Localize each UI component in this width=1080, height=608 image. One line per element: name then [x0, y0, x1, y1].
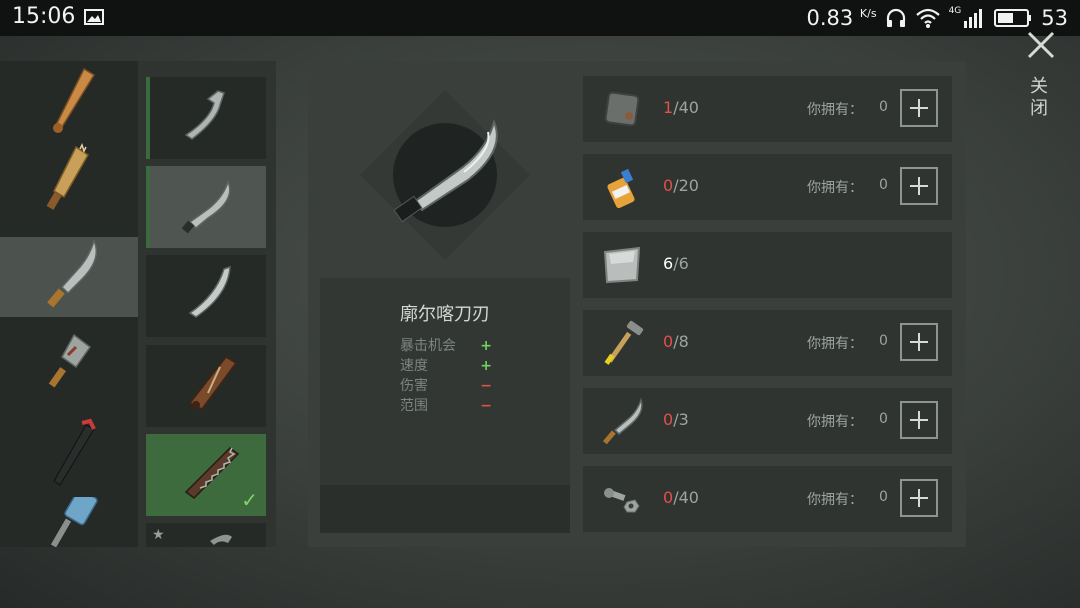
- machete-icon: [602, 397, 643, 445]
- weapon-slot-hammer[interactable]: [0, 497, 138, 547]
- item-stats: 暴击机会 + 速度 + 伤害 − 范围 −: [400, 336, 492, 416]
- wifi-icon: [915, 8, 940, 28]
- crowbar-icon: [53, 418, 96, 486]
- glue-icon: [607, 168, 635, 209]
- requirement-row: 1/40 你拥有： 0: [583, 76, 952, 142]
- wooden-board-icon: [46, 143, 89, 210]
- locked-blade-icon: [210, 534, 232, 545]
- item-info-box: 廓尔喀刀刃 暴击机会 + 速度 + 伤害 − 范围 −: [320, 278, 570, 533]
- hook-blade-icon: [184, 90, 225, 140]
- status-bar: 15:06 0.83 K/s 4G 53: [0, 0, 1080, 36]
- weapon-slot-machete[interactable]: [0, 237, 138, 317]
- baseball-bat-icon: [53, 67, 96, 133]
- weapon-slot-cleaver[interactable]: [0, 327, 138, 407]
- close-icon[interactable]: [1026, 30, 1056, 60]
- battery-level: 53: [1041, 6, 1068, 30]
- requirement-row: 6/6: [583, 232, 952, 298]
- sheathed-blade-icon: [188, 356, 238, 410]
- battery-icon: [994, 9, 1032, 27]
- add-button[interactable]: [900, 323, 938, 361]
- unlocked-check-icon: ✓: [241, 488, 258, 512]
- requirement-row: 0/8 你拥有： 0: [583, 310, 952, 376]
- bolts-nuts-icon: [604, 488, 640, 513]
- variant-curved-blade[interactable]: [146, 255, 266, 337]
- net-speed: 0.83 K/s: [806, 6, 877, 30]
- add-button[interactable]: [900, 167, 938, 205]
- close-label[interactable]: 关闭: [1030, 76, 1052, 120]
- network-type: 4G: [948, 6, 962, 16]
- item-name: 廓尔喀刀刃: [400, 304, 490, 325]
- requirement-row: 0/20 你拥有： 0: [583, 154, 952, 220]
- variant-chainsaw-blade[interactable]: ✓: [146, 434, 266, 516]
- variant-hook-blade[interactable]: [146, 77, 266, 159]
- weapon-slot-crowbar[interactable]: [0, 417, 138, 497]
- add-button[interactable]: [900, 89, 938, 127]
- signal-icon: [964, 9, 983, 28]
- add-button[interactable]: [900, 401, 938, 439]
- weapon-category-list: [0, 61, 138, 547]
- machete-icon: [47, 238, 97, 308]
- hammer-icon: [50, 497, 98, 547]
- cleaver-icon: [48, 333, 92, 388]
- curved-blade-icon: [188, 265, 231, 318]
- item-preview: [360, 90, 530, 260]
- selection-arrow: [126, 266, 138, 290]
- stat-row: 暴击机会 +: [400, 338, 492, 354]
- gallery-icon: [84, 9, 104, 25]
- hammer-icon: [604, 320, 644, 365]
- variant-kukri-blade[interactable]: [146, 166, 266, 248]
- steel-sheet-icon: [603, 246, 641, 284]
- variant-locked-blade[interactable]: ★: [146, 523, 266, 547]
- weapon-slot-bat[interactable]: [0, 61, 138, 141]
- variant-list: ✓ ★: [138, 61, 276, 547]
- stat-row: 速度 +: [400, 358, 492, 374]
- stat-row: 伤害 −: [400, 378, 492, 394]
- status-time: 15:06: [12, 4, 76, 29]
- kukri-blade-icon: [181, 179, 231, 234]
- requirement-row: 0/3 你拥有： 0: [583, 388, 952, 454]
- requirement-row: 0/40 你拥有： 0: [583, 466, 952, 532]
- variant-sheathed-blade[interactable]: [146, 345, 266, 427]
- stat-row: 范围 −: [400, 398, 492, 414]
- headphones-icon: [886, 8, 905, 27]
- info-footer: [320, 485, 570, 533]
- metal-plate-icon: [604, 91, 640, 127]
- add-button[interactable]: [900, 479, 938, 517]
- weapon-slot-board[interactable]: [0, 141, 138, 221]
